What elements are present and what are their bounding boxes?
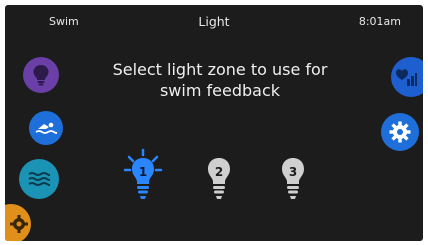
water-mode-button[interactable] — [19, 159, 59, 199]
gear-icon — [10, 215, 28, 233]
lightbulb-icon: 2 — [208, 158, 230, 199]
zone-number: 3 — [289, 165, 297, 179]
prompt-message: Select light zone to use for swim feedba… — [112, 60, 328, 100]
screen: Swim Light 8:01am Select light zone to u… — [5, 5, 423, 241]
lightbulb-selected-icon: 1 — [123, 148, 163, 199]
lightbulb-icon: 3 — [282, 158, 304, 199]
waves-icon — [28, 172, 50, 186]
zone-1-button[interactable]: 1 — [123, 148, 163, 204]
stats-button[interactable] — [391, 57, 423, 97]
swim-mode-button[interactable] — [29, 111, 63, 145]
heart-chart-icon — [396, 69, 417, 86]
clock: 8:01am — [358, 15, 401, 28]
settings-button[interactable] — [381, 113, 419, 151]
zone-number: 1 — [139, 165, 147, 179]
zone-number: 2 — [215, 165, 223, 179]
zone-2-button[interactable]: 2 — [199, 148, 239, 204]
zone-3-button[interactable]: 3 — [273, 148, 313, 204]
gear-icon — [389, 121, 411, 143]
light-mode-button[interactable] — [23, 57, 59, 93]
settings-partial-button[interactable] — [5, 204, 31, 241]
swimmer-icon — [35, 122, 57, 134]
bulb-icon — [33, 65, 49, 86]
